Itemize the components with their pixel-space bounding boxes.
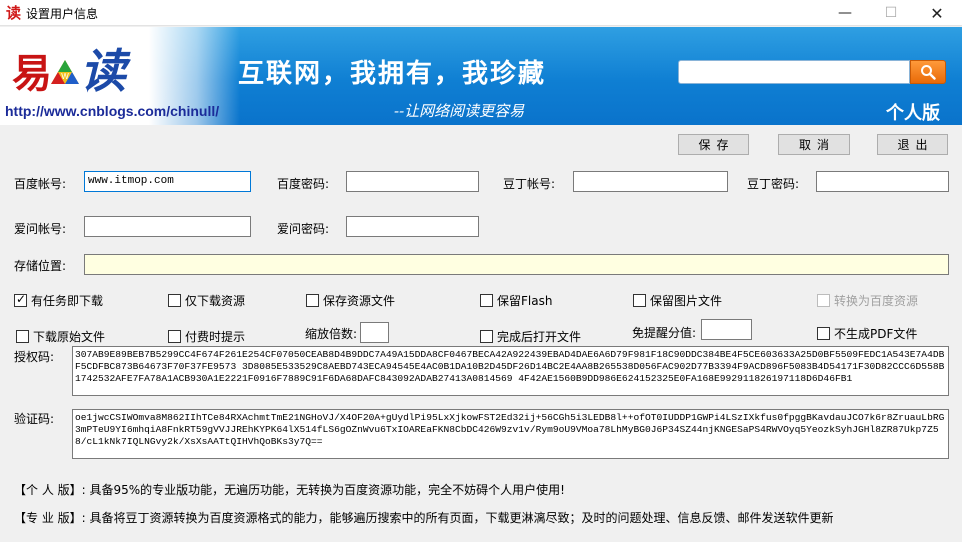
keep-images-checkbox[interactable]: 保留图片文件 [633, 292, 722, 309]
maximize-button[interactable]: ☐ [868, 0, 914, 26]
checkbox-label: 付费时提示 [185, 330, 246, 344]
storage-path-input[interactable] [84, 254, 949, 275]
app-icon: 读 [6, 4, 22, 22]
save-res-file-checkbox[interactable]: 保存资源文件 [306, 292, 395, 309]
baidu-password-input[interactable] [346, 171, 479, 192]
aiwen-password-label: 爱问密码: [277, 222, 330, 236]
checkbox-label: 下载原始文件 [33, 330, 106, 344]
slogan: 互联网，我拥有，我珍藏 [238, 59, 547, 89]
only-download-res-checkbox[interactable]: 仅下载资源 [168, 292, 245, 309]
edition-label: 个人版 [886, 103, 940, 124]
aiwen-account-label: 爱问帐号: [14, 222, 67, 236]
douding-password-label: 豆丁密码: [747, 177, 800, 191]
verify-code-textarea[interactable]: oe1jwcCSIWOmva8M862IIhTCe84RXAchmtTmE21N… [72, 409, 949, 459]
logo-yi: 易 [12, 50, 52, 97]
auth-code-label: 授权码: [14, 350, 55, 364]
checkbox-label: 完成后打开文件 [497, 330, 582, 344]
personal-edition-desc: 【个 人 版】: 具备95%的专业版功能，无遍历功能，无转换为百度资源功能，完全… [14, 483, 565, 497]
exit-button[interactable]: 退出 [877, 134, 948, 155]
logo-triangle-icon: W [51, 60, 79, 84]
free-alert-input[interactable] [701, 319, 752, 340]
save-button[interactable]: 保存 [678, 134, 749, 155]
search-input[interactable] [678, 60, 910, 84]
checkbox-box [16, 330, 29, 343]
checkbox-label: 有任务即下载 [31, 294, 104, 308]
checkbox-label: 不生成PDF文件 [834, 327, 918, 341]
keep-flash-checkbox[interactable]: 保留Flash [480, 292, 552, 309]
search-icon [921, 65, 936, 80]
window-title: 设置用户信息 [26, 7, 99, 21]
checkbox-label: 转换为百度资源 [834, 294, 919, 308]
banner: 易 W 读 http://www.cnblogs.com/chinull/ 互联… [0, 27, 962, 125]
checkbox-box [14, 292, 27, 307]
checkbox-box [480, 294, 493, 307]
verify-code-label: 验证码: [14, 412, 55, 426]
download-original-checkbox[interactable]: 下载原始文件 [16, 328, 105, 345]
open-after-done-checkbox[interactable]: 完成后打开文件 [480, 328, 581, 345]
homepage-url[interactable]: http://www.cnblogs.com/chinull/ [5, 103, 219, 119]
task-download-checkbox[interactable]: 有任务即下载 [14, 292, 103, 309]
minimize-button[interactable]: — [822, 0, 868, 26]
checkbox-box [480, 330, 493, 343]
title-bar: 读 设置用户信息 — ☐ ✕ [0, 0, 962, 26]
close-button[interactable]: ✕ [914, 0, 960, 26]
baidu-account-input[interactable]: www.itmop.com [84, 171, 251, 192]
checkbox-label: 保留Flash [497, 294, 553, 308]
logo-tri-letter: W [61, 72, 69, 81]
zoom-label: 缩放倍数: [305, 327, 358, 341]
checkbox-box [817, 294, 830, 307]
paid-prompt-checkbox[interactable]: 付费时提示 [168, 328, 245, 345]
checkbox-label: 保存资源文件 [323, 294, 396, 308]
sub-slogan: --让网络阅读更容易 [394, 102, 525, 120]
douding-account-label: 豆丁帐号: [503, 177, 556, 191]
checkbox-box [168, 294, 181, 307]
auth-code-textarea[interactable]: 307AB9E89BEB7B5299CC4F674F261E254CF07050… [72, 346, 949, 396]
checkbox-label: 保留图片文件 [650, 294, 723, 308]
douding-password-input[interactable] [816, 171, 949, 192]
logo-du: 读 [80, 44, 126, 98]
aiwen-account-input[interactable] [84, 216, 251, 237]
storage-label: 存储位置: [14, 259, 67, 273]
search-button[interactable] [910, 60, 946, 84]
checkbox-box [306, 294, 319, 307]
cancel-button[interactable]: 取消 [778, 134, 850, 155]
baidu-account-label: 百度帐号: [14, 177, 67, 191]
checkbox-box [168, 330, 181, 343]
convert-baidu-checkbox: 转换为百度资源 [817, 292, 918, 309]
checkbox-box [633, 294, 646, 307]
aiwen-password-input[interactable] [346, 216, 479, 237]
baidu-password-label: 百度密码: [277, 177, 330, 191]
pro-edition-desc: 【专 业 版】: 具备将豆丁资源转换为百度资源格式的能力，能够遍历搜索中的所有页… [14, 511, 834, 525]
douding-account-input[interactable] [573, 171, 728, 192]
zoom-input[interactable] [360, 322, 389, 343]
no-pdf-checkbox[interactable]: 不生成PDF文件 [817, 325, 917, 342]
free-alert-label: 免提醒分值: [632, 326, 697, 340]
checkbox-label: 仅下载资源 [185, 294, 246, 308]
checkbox-box [817, 327, 830, 340]
